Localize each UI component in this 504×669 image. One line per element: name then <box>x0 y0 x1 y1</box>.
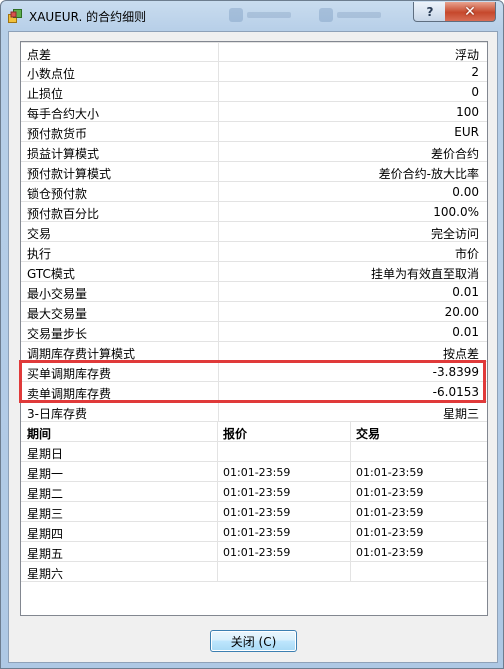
property-key: 买单调期库存费 <box>27 367 112 381</box>
app-icon <box>8 9 22 23</box>
property-value: EUR <box>454 125 479 139</box>
schedule-header-period: 期间 <box>27 427 52 441</box>
property-key: 每手合约大小 <box>27 107 100 121</box>
schedule-row[interactable]: 星期日 <box>21 442 487 462</box>
property-value: 差价合约-放大比率 <box>378 167 479 181</box>
property-value: 20.00 <box>444 305 479 319</box>
property-row[interactable]: GTC模式 挂单为有效直至取消 <box>21 262 487 282</box>
property-value: -6.0153 <box>432 385 479 399</box>
schedule-trade-hours: 01:01-23:59 <box>356 506 424 519</box>
property-row[interactable]: 预付款货币 EUR <box>21 122 487 142</box>
schedule-trade-hours: 01:01-23:59 <box>356 546 424 559</box>
property-row[interactable]: 交易量步长 0.01 <box>21 322 487 342</box>
window-close-button[interactable]: ✕ <box>445 2 496 22</box>
property-key: 最大交易量 <box>27 307 88 321</box>
property-key: 预付款计算模式 <box>27 167 112 181</box>
contract-spec-window: XAUEUR. 的合约细则 ? ✕ 点差 浮动小数点位 2 止损位 0 每手合约大小 100… <box>0 0 504 669</box>
schedule-quote-hours: 01:01-23:59 <box>223 506 291 519</box>
dialog-client-area: 点差 浮动 小数点位 2 止损位 0 每手合约大小 100 预付款货币 EUR 损益计算模式 差价合约… <box>8 31 498 663</box>
help-button[interactable]: ? <box>413 2 447 22</box>
schedule-day: 星期一 <box>27 467 64 481</box>
schedule-row[interactable]: 星期二 01:01-23:59 01:01-23:59 <box>21 482 487 502</box>
property-row[interactable]: 小数点位 2 <box>21 62 487 82</box>
property-value: -3.8399 <box>432 365 479 379</box>
schedule-trade-hours: 01:01-23:59 <box>356 526 424 539</box>
property-value: 0 <box>471 85 479 99</box>
property-key: 止损位 <box>27 87 64 101</box>
schedule-header-quote: 报价 <box>223 427 248 441</box>
schedule-row[interactable]: 星期三 01:01-23:59 01:01-23:59 <box>21 502 487 522</box>
property-key: 3-日库存费 <box>27 407 87 421</box>
schedule-quote-hours: 01:01-23:59 <box>223 546 291 559</box>
schedule-day: 星期日 <box>27 447 64 461</box>
property-key: 调期库存费计算模式 <box>27 347 136 361</box>
properties-list[interactable]: 点差 浮动 小数点位 2 止损位 0 每手合约大小 100 预付款货币 EUR 损益计算模式 差价合约… <box>20 41 488 616</box>
schedule-quote-hours: 01:01-23:59 <box>223 486 291 499</box>
property-key: 锁仓预付款 <box>27 187 88 201</box>
property-value: 0.00 <box>452 185 479 199</box>
schedule-row[interactable]: 星期一 01:01-23:59 01:01-23:59 <box>21 462 487 482</box>
schedule-day: 星期五 <box>27 547 64 561</box>
property-value: 浮动 <box>454 48 479 62</box>
property-key: 最小交易量 <box>27 287 88 301</box>
property-value: 挂单为有效直至取消 <box>370 267 479 281</box>
property-key: 点差 <box>27 48 52 62</box>
schedule-trade-hours: 01:01-23:59 <box>356 486 424 499</box>
title-bar[interactable]: XAUEUR. 的合约细则 ? ✕ <box>1 1 503 31</box>
schedule-quote-hours: 01:01-23:59 <box>223 466 291 479</box>
schedule-trade-hours: 01:01-23:59 <box>356 466 424 479</box>
property-row[interactable]: 买单调期库存费 -3.8399 <box>21 362 487 382</box>
background-toolbar-ghost-icon <box>319 7 381 25</box>
property-row[interactable]: 预付款计算模式 差价合约-放大比率 <box>21 162 487 182</box>
property-key: 预付款百分比 <box>27 207 100 221</box>
property-row[interactable]: 点差 浮动 <box>21 42 487 62</box>
window-title: XAUEUR. 的合约细则 <box>29 10 147 24</box>
property-value: 完全访问 <box>430 227 479 241</box>
property-row[interactable]: 损益计算模式 差价合约 <box>21 142 487 162</box>
schedule-day: 星期六 <box>27 567 64 581</box>
property-value: 100.0% <box>433 205 479 219</box>
property-row[interactable]: 预付款百分比 100.0% <box>21 202 487 222</box>
property-value: 市价 <box>454 247 479 261</box>
schedule-day: 星期三 <box>27 507 64 521</box>
help-icon: ? <box>426 4 434 19</box>
property-value: 0.01 <box>452 325 479 339</box>
property-value: 100 <box>456 105 479 119</box>
property-value: 按点差 <box>442 347 479 361</box>
property-row[interactable]: 执行 市价 <box>21 242 487 262</box>
property-key: 执行 <box>27 247 52 261</box>
property-row[interactable]: 最大交易量 20.00 <box>21 302 487 322</box>
property-key: GTC模式 <box>27 267 75 281</box>
property-value: 0.01 <box>452 285 479 299</box>
schedule-row[interactable]: 星期四 01:01-23:59 01:01-23:59 <box>21 522 487 542</box>
schedule-row[interactable]: 星期五 01:01-23:59 01:01-23:59 <box>21 542 487 562</box>
property-row[interactable]: 交易 完全访问 <box>21 222 487 242</box>
property-key: 交易 <box>27 227 52 241</box>
property-value: 2 <box>471 65 479 79</box>
close-icon: ✕ <box>464 3 476 20</box>
schedule-row[interactable]: 星期六 <box>21 562 487 582</box>
property-row[interactable]: 调期库存费计算模式 按点差 <box>21 342 487 362</box>
schedule-header-trade: 交易 <box>356 427 381 441</box>
close-button[interactable]: 关闭 (C) <box>210 630 297 652</box>
schedule-day: 星期四 <box>27 527 64 541</box>
property-value: 星期三 <box>442 407 479 421</box>
property-row[interactable]: 最小交易量 0.01 <box>21 282 487 302</box>
schedule-quote-hours: 01:01-23:59 <box>223 526 291 539</box>
property-row[interactable]: 卖单调期库存费 -6.0153 <box>21 382 487 402</box>
property-row[interactable]: 3-日库存费 星期三 <box>21 402 487 422</box>
property-key: 卖单调期库存费 <box>27 387 112 401</box>
background-toolbar-ghost-icon <box>229 7 291 25</box>
property-key: 损益计算模式 <box>27 147 100 161</box>
property-row[interactable]: 锁仓预付款 0.00 <box>21 182 487 202</box>
property-row[interactable]: 止损位 0 <box>21 82 487 102</box>
property-key: 小数点位 <box>27 67 76 81</box>
property-key: 交易量步长 <box>27 327 88 341</box>
property-key: 预付款货币 <box>27 127 88 141</box>
property-value: 差价合约 <box>430 147 479 161</box>
schedule-day: 星期二 <box>27 487 64 501</box>
schedule-header-row: 期间 报价 交易 <box>21 422 487 442</box>
property-row[interactable]: 每手合约大小 100 <box>21 102 487 122</box>
